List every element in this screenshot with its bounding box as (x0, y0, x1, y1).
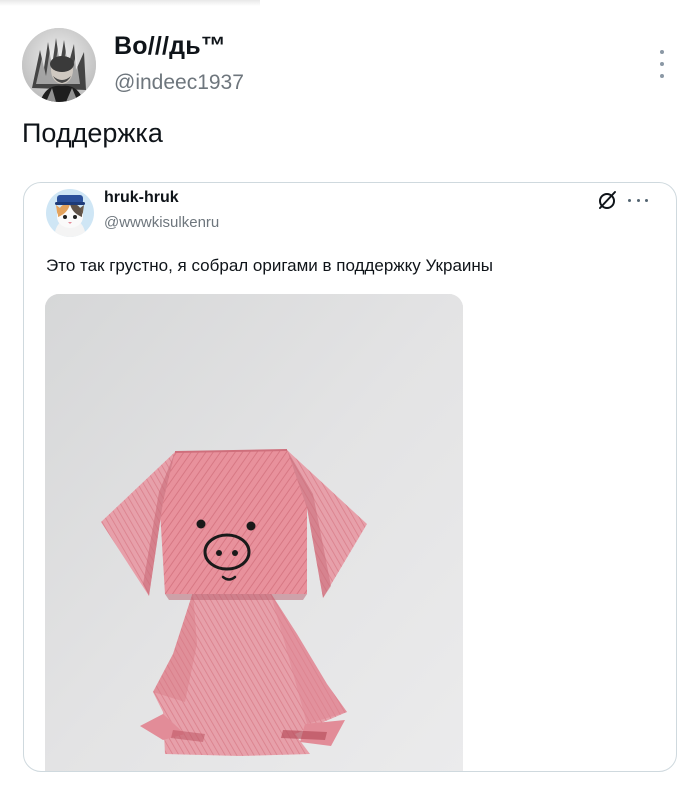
tweet-text: Поддержка (22, 118, 163, 148)
dot (660, 50, 664, 54)
grok-glyph (599, 191, 616, 209)
author-handle[interactable]: @indeec1937 (114, 71, 244, 95)
tweet-screen: Во///дь™ @indeec1937 Поддержка hruk-hruk… (0, 0, 700, 796)
quoted-tweet-text: Это так грустно, я собрал оригами в подд… (46, 256, 494, 275)
dot (660, 74, 664, 78)
dot (628, 198, 631, 202)
quoted-author-handle[interactable]: @wwwkisulkenru (104, 214, 219, 231)
quoted-tweet-card[interactable]: hruk-hruk @wwwkisulkenru Это так грустно… (23, 182, 677, 772)
dot (636, 198, 640, 202)
origami-pig-image (45, 294, 463, 771)
author-display-name[interactable]: Во///дь™ (114, 32, 226, 61)
quoted-author-avatar[interactable] (46, 189, 94, 237)
more-vertical-icon[interactable] (655, 50, 669, 78)
dot (645, 198, 648, 202)
dot (660, 62, 664, 66)
author-avatar[interactable] (22, 28, 96, 102)
avatar-cat-icon (46, 189, 94, 237)
avatar-portrait-icon (22, 28, 96, 102)
grok-icon[interactable] (596, 189, 618, 211)
quoted-tweet-image[interactable] (45, 294, 463, 771)
quoted-author-display-name[interactable]: hruk-hruk (104, 189, 179, 207)
previous-content-edge (0, 0, 260, 6)
more-horizontal-icon[interactable] (628, 197, 648, 203)
